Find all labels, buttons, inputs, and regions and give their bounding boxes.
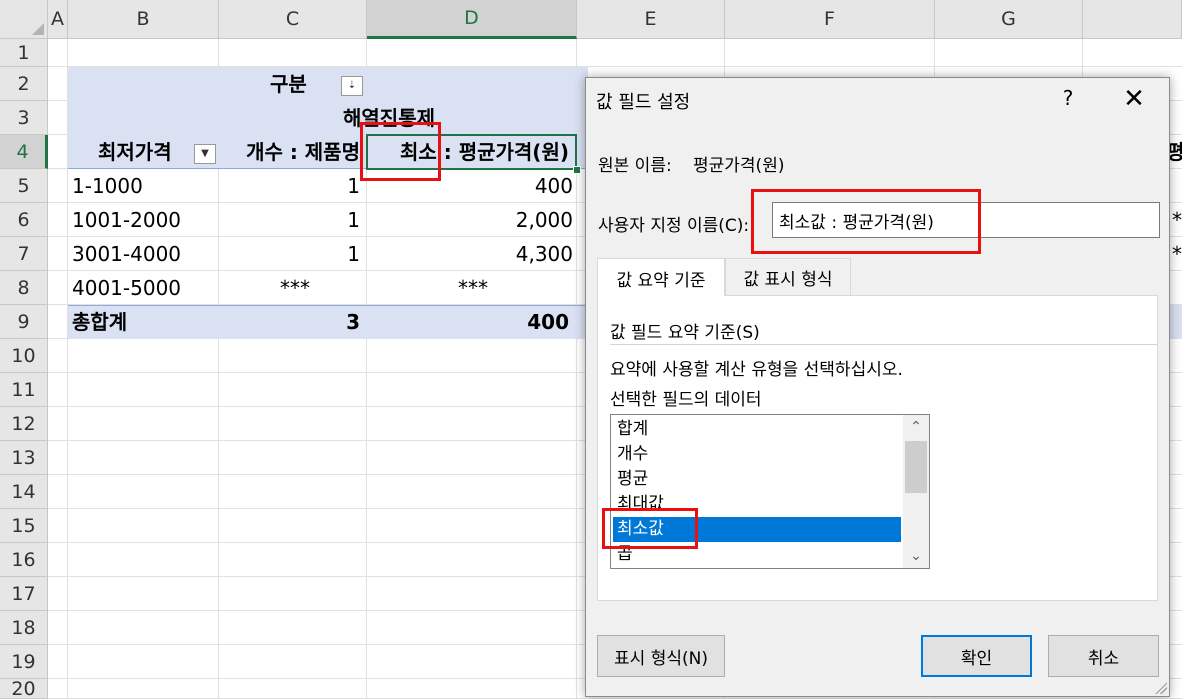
pivot-colheader-range: 최저가격 — [98, 140, 172, 164]
pivot-row-range: 4001-5000 — [72, 276, 182, 300]
divider — [610, 344, 1158, 345]
col-header-h[interactable] — [1083, 0, 1182, 39]
list-item[interactable]: 합계 — [613, 417, 901, 442]
col-header-b[interactable]: B — [68, 0, 219, 39]
pivot-row-min: *** — [458, 276, 488, 300]
close-icon[interactable]: ✕ — [1116, 84, 1152, 114]
number-format-button[interactable]: 표시 형식(N) — [597, 635, 725, 677]
pivot-row-min: 4,300 — [515, 242, 573, 266]
summarize-label: 값 필드 요약 기준(S) — [610, 323, 760, 343]
col-header-f[interactable]: F — [725, 0, 935, 39]
row-header[interactable]: 14 — [0, 475, 48, 509]
tab-show-values-as[interactable]: 값 표시 형식 — [725, 258, 851, 296]
instruction-text: 요약에 사용할 계산 유형을 선택하십시오. — [610, 360, 903, 380]
value-field-settings-dialog: 값 필드 설정 ? ✕ 원본 이름: 평균가격(원) 사용자 지정 이름(C):… — [585, 77, 1170, 697]
fill-handle[interactable] — [573, 166, 581, 174]
col-header-a[interactable]: A — [48, 0, 68, 39]
select-all-corner[interactable] — [0, 0, 48, 39]
row-header[interactable]: 11 — [0, 373, 48, 407]
list-item[interactable]: 개수 — [613, 442, 901, 467]
row-header[interactable]: 18 — [0, 611, 48, 645]
pivot-colheader-count: 개수 : 제품명 — [246, 140, 360, 164]
row-header[interactable]: 6 — [0, 203, 48, 237]
pivot-category-label: 구분 — [270, 72, 307, 96]
pivot-row-range: 1-1000 — [72, 174, 143, 198]
row-header[interactable]: 5 — [0, 169, 48, 203]
row-header[interactable]: 3 — [0, 101, 48, 135]
row-header[interactable]: 1 — [0, 39, 48, 67]
pivot-row-count: 1 — [347, 208, 360, 232]
source-name-value: 평균가격(원) — [693, 156, 785, 176]
row-header[interactable]: 13 — [0, 441, 48, 475]
annotation-highlight — [602, 508, 698, 549]
instruction-text-2: 선택한 필드의 데이터 — [610, 390, 762, 410]
ok-button[interactable]: 확인 — [921, 635, 1032, 677]
col-header-d[interactable]: D — [367, 0, 577, 39]
list-item[interactable]: 평균 — [613, 467, 901, 492]
pivot-row-min: 2,000 — [515, 208, 573, 232]
annotation-highlight — [751, 189, 981, 254]
pivot-row-range: 1001-2000 — [72, 208, 182, 232]
row-header[interactable]: 12 — [0, 407, 48, 441]
row-header[interactable]: 19 — [0, 645, 48, 679]
filter-dropdown-icon[interactable]: ▼ — [194, 144, 216, 164]
pivot-row-count: 1 — [347, 174, 360, 198]
col-header-g[interactable]: G — [935, 0, 1083, 39]
row-header[interactable]: 8 — [0, 271, 48, 305]
col-header-c[interactable]: C — [219, 0, 367, 39]
col-header-e[interactable]: E — [577, 0, 725, 39]
custom-name-label: 사용자 지정 이름(C): — [598, 216, 750, 236]
help-icon[interactable]: ? — [1056, 86, 1080, 110]
row-header[interactable]: 17 — [0, 577, 48, 611]
edge-text: * — [1172, 242, 1182, 266]
row-header[interactable]: 9 — [0, 305, 48, 339]
sort-filter-icon[interactable]: ⇣ — [341, 76, 363, 96]
annotation-highlight — [360, 122, 441, 181]
row-header[interactable]: 7 — [0, 237, 48, 271]
row-header[interactable]: 20 — [0, 678, 48, 699]
resize-grip-icon[interactable] — [1155, 682, 1167, 694]
row-header[interactable]: 15 — [0, 509, 48, 543]
pivot-row-count: *** — [280, 276, 310, 300]
pivot-total-band-edge — [1170, 305, 1182, 339]
row-header[interactable]: 10 — [0, 339, 48, 373]
row-header[interactable]: 4 — [0, 135, 48, 169]
scroll-up-icon[interactable]: ⌃ — [903, 415, 929, 439]
source-name-label: 원본 이름: — [598, 156, 672, 176]
pivot-row-range: 3001-4000 — [72, 242, 182, 266]
dialog-title: 값 필드 설정 — [596, 92, 691, 113]
scroll-thumb[interactable] — [905, 441, 927, 493]
list-scrollbar[interactable]: ⌃ ⌄ — [903, 415, 929, 568]
cancel-button[interactable]: 취소 — [1048, 635, 1159, 677]
pivot-total-label: 총합계 — [72, 310, 128, 334]
tab-summarize-by[interactable]: 값 요약 기준 — [597, 258, 725, 297]
pivot-total-count: 3 — [346, 310, 360, 334]
row-header[interactable]: 16 — [0, 543, 48, 577]
pivot-total-min: 400 — [527, 310, 569, 334]
row-header[interactable]: 2 — [0, 67, 48, 101]
scroll-down-icon[interactable]: ⌄ — [903, 544, 929, 568]
pivot-row-count: 1 — [347, 242, 360, 266]
edge-text: * — [1172, 208, 1182, 232]
